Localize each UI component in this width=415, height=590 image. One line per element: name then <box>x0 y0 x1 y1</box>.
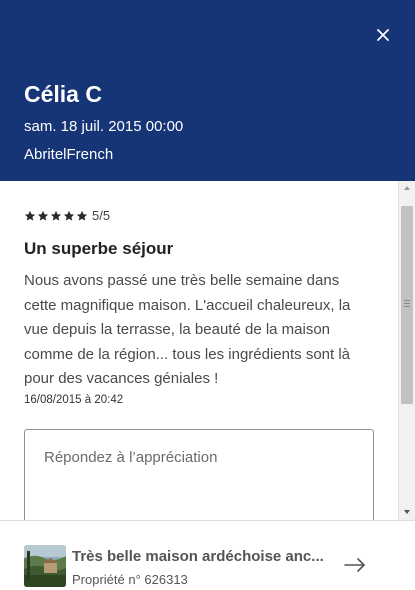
grip-line <box>404 306 410 307</box>
property-link[interactable]: Très belle maison ardéchoise anc... Prop… <box>0 520 415 590</box>
review-content: 5/5 Un superbe séjour Nous avons passé u… <box>0 181 398 520</box>
star-icon <box>37 210 49 221</box>
property-id: Propriété n° 626313 <box>72 572 188 587</box>
arrow-right-icon[interactable] <box>344 558 366 572</box>
rating-text: 5/5 <box>92 208 111 223</box>
stars <box>24 210 88 222</box>
close-icon[interactable] <box>372 24 394 46</box>
star-rating: 5/5 <box>24 208 110 224</box>
review-source: AbritelFrench <box>24 146 114 163</box>
reply-textarea[interactable] <box>24 429 374 520</box>
grip-line <box>404 300 410 301</box>
review-header: Célia C sam. 18 juil. 2015 00:00 Abritel… <box>0 0 415 181</box>
reviewer-name: Célia C <box>24 81 102 107</box>
scroll-thumb[interactable] <box>401 206 413 404</box>
review-posted-date: 16/08/2015 à 20:42 <box>24 394 124 406</box>
star-icon <box>24 210 36 221</box>
star-icon <box>50 210 62 221</box>
star-icon <box>76 210 88 221</box>
review-title: Un superbe séjour <box>24 239 174 258</box>
star-icon <box>63 210 75 221</box>
review-body: Nous avons passé une très belle semaine … <box>24 272 351 387</box>
grip-line <box>404 303 410 304</box>
property-thumbnail <box>24 545 66 587</box>
property-name[interactable]: Très belle maison ardéchoise anc... <box>72 547 327 566</box>
scroll-up-icon[interactable] <box>404 186 410 190</box>
review-date: sam. 18 juil. 2015 00:00 <box>24 118 184 135</box>
scrollbar[interactable] <box>398 181 415 520</box>
scroll-down-icon[interactable] <box>404 510 410 514</box>
